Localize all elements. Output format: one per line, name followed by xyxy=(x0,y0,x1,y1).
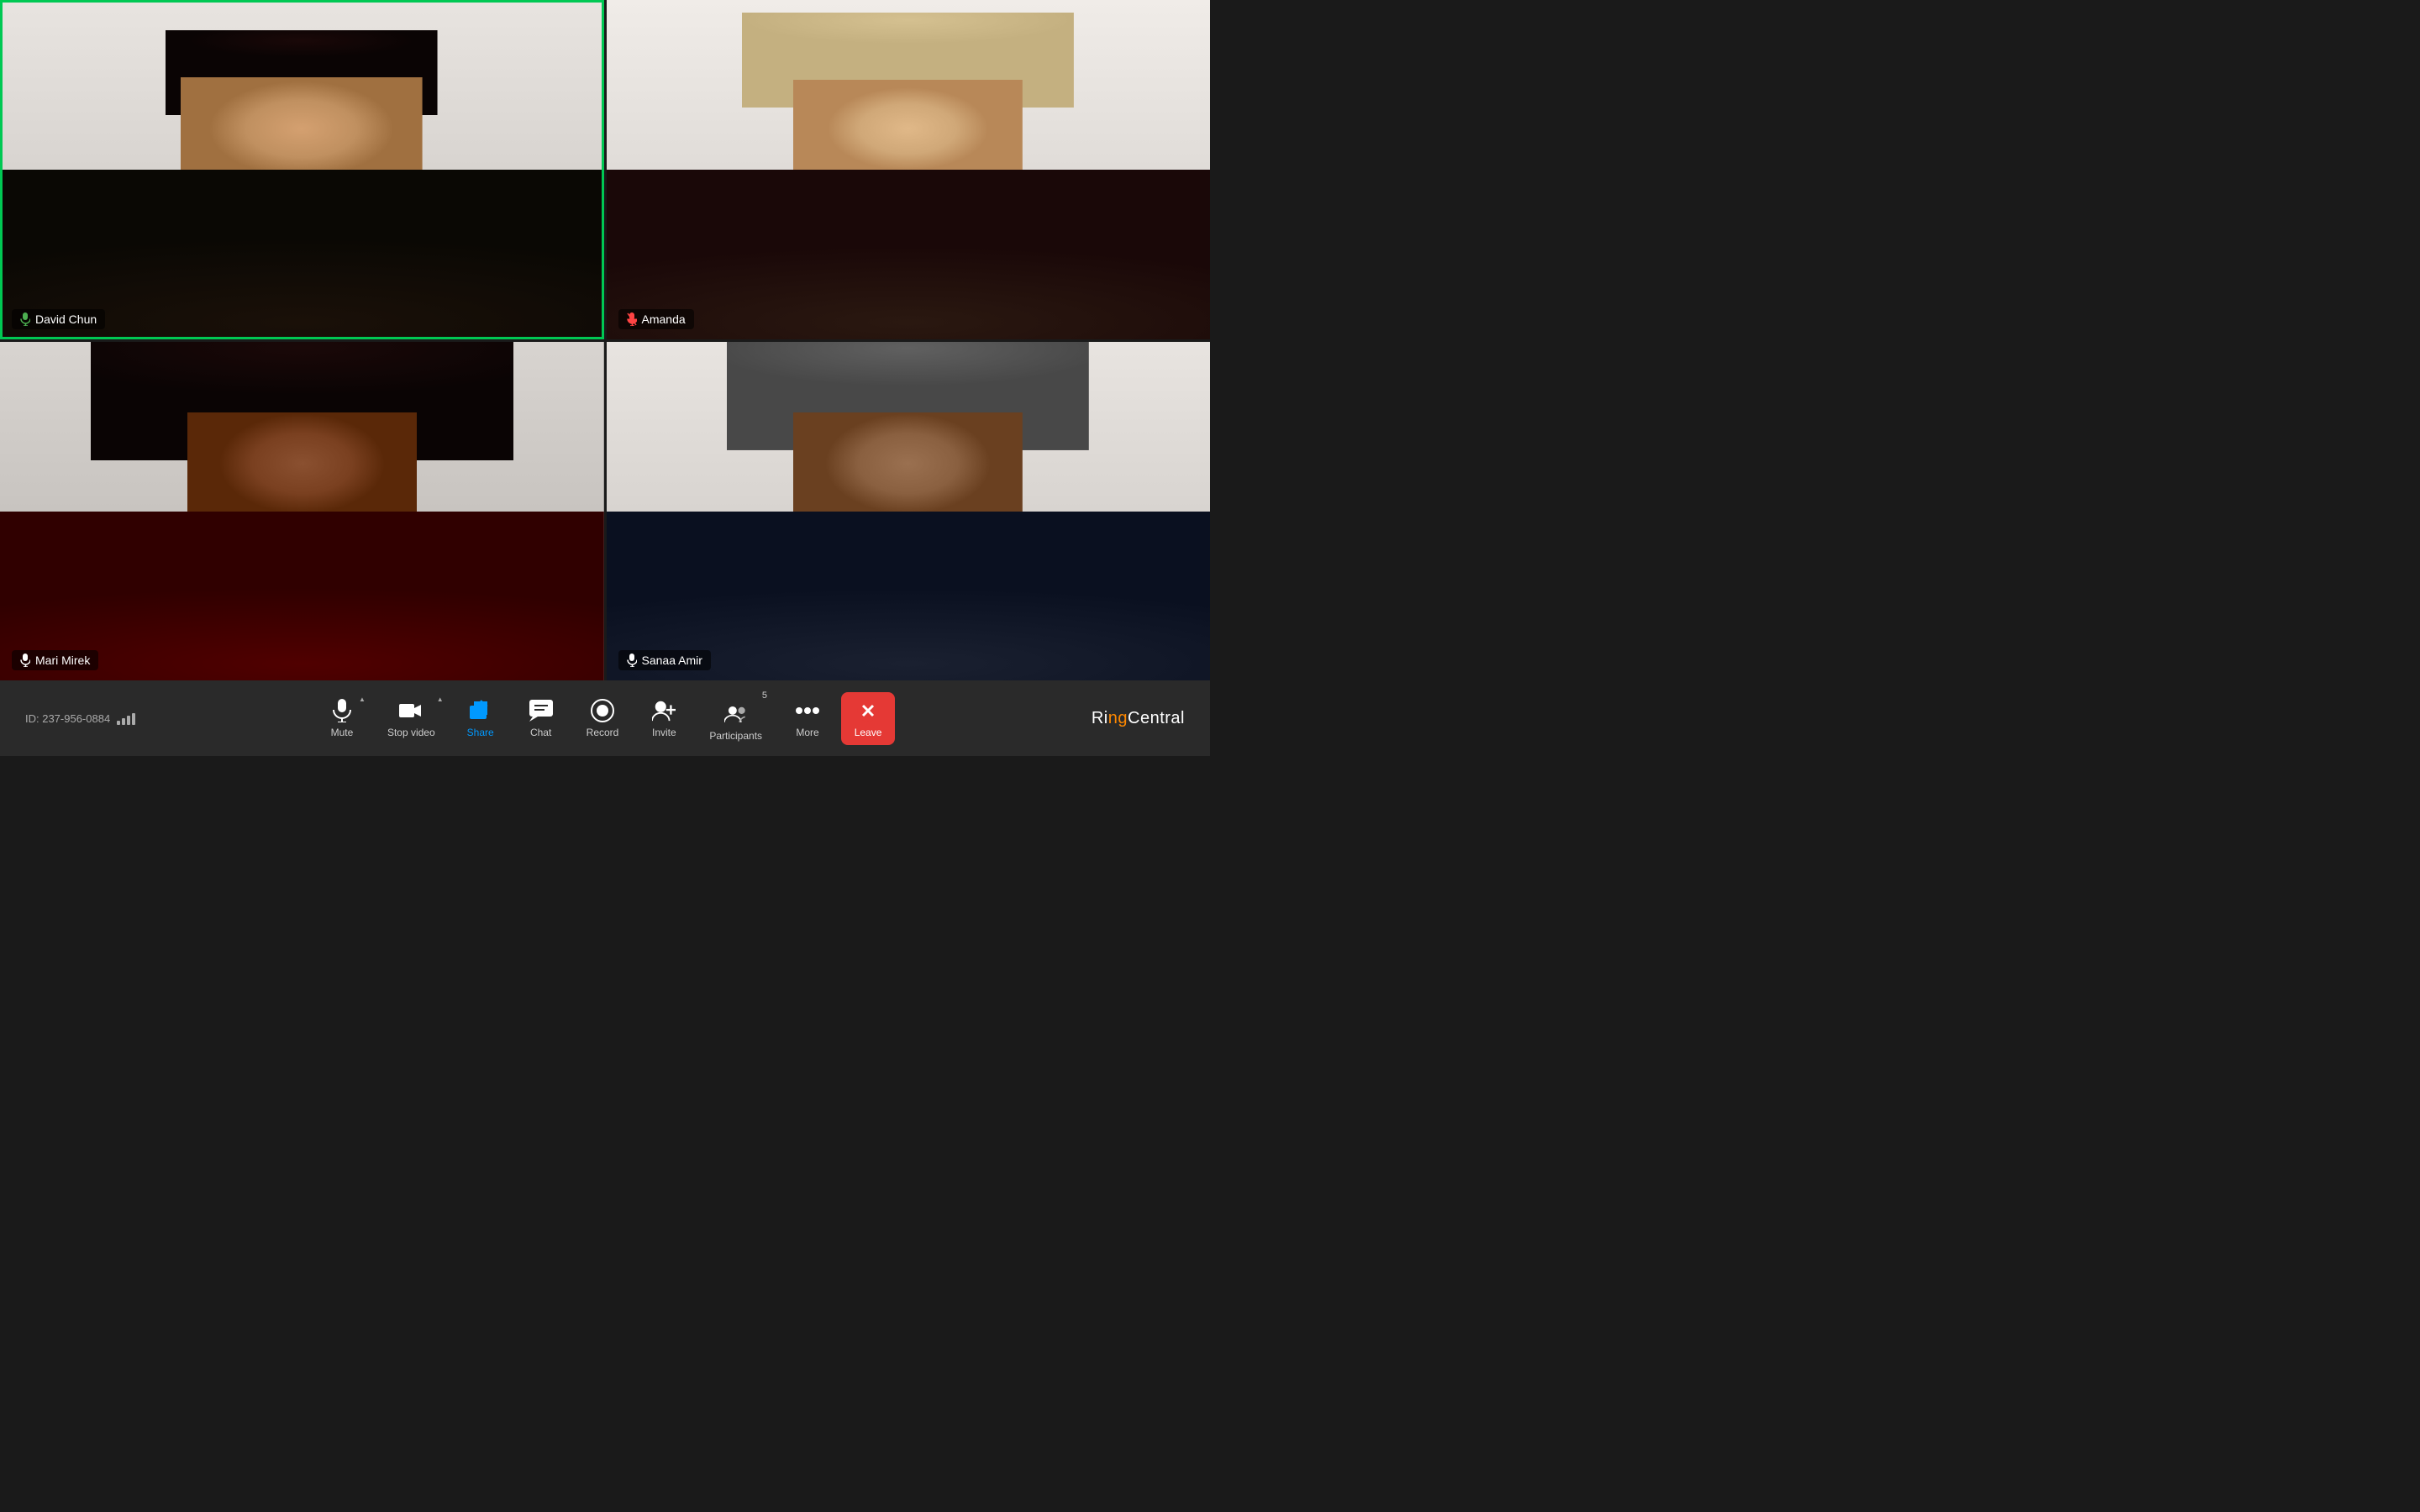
more-icon xyxy=(796,699,819,722)
participant-name-sanaa: Sanaa Amir xyxy=(642,654,702,667)
video-caret[interactable]: ▲ xyxy=(437,696,444,703)
invite-button[interactable]: Invite xyxy=(637,692,691,745)
name-tag-amanda: Amanda xyxy=(618,309,694,329)
leave-button[interactable]: Leave xyxy=(841,692,895,745)
video-cell-amanda: Amanda xyxy=(607,0,1211,339)
participant-name-david: David Chun xyxy=(35,312,97,326)
signal-bar-4 xyxy=(132,713,135,725)
mute-label: Mute xyxy=(331,727,354,738)
toolbar-center: ▲ Mute ▲ Stop video xyxy=(315,689,895,748)
chat-button[interactable]: Chat xyxy=(514,692,568,745)
record-button[interactable]: Record xyxy=(575,692,631,745)
mic-icon-amanda xyxy=(627,312,637,326)
chat-label: Chat xyxy=(530,727,551,738)
leave-icon xyxy=(856,699,880,722)
video-cell-sanaa: Sanaa Amir xyxy=(607,342,1211,681)
stop-video-label: Stop video xyxy=(387,727,435,738)
video-cell-david: David Chun xyxy=(0,0,604,339)
signal-bar-1 xyxy=(117,721,120,725)
mute-caret[interactable]: ▲ xyxy=(359,696,366,703)
participant-video-mari xyxy=(0,342,604,681)
invite-label: Invite xyxy=(652,727,676,738)
toolbar-left: ID: 237-956-0884 xyxy=(25,711,160,725)
meeting-id: ID: 237-956-0884 xyxy=(25,712,110,725)
toolbar-right: RingCentral xyxy=(1050,709,1185,728)
participant-name-mari: Mari Mirek xyxy=(35,654,90,667)
participant-video-david xyxy=(0,0,604,339)
record-label: Record xyxy=(587,727,619,738)
name-tag-sanaa: Sanaa Amir xyxy=(618,650,711,670)
name-tag-david: David Chun xyxy=(12,309,105,329)
toolbar: ID: 237-956-0884 ▲ Mute ▲ xyxy=(0,680,1210,756)
logo-accent: ng xyxy=(1108,709,1128,727)
stop-video-button[interactable]: ▲ Stop video xyxy=(376,692,447,745)
participant-name-amanda: Amanda xyxy=(642,312,686,326)
mute-button[interactable]: ▲ Mute xyxy=(315,692,369,745)
share-button[interactable]: Share xyxy=(454,692,508,745)
signal-bars xyxy=(117,711,135,725)
mic-icon-david xyxy=(20,312,30,326)
participants-button[interactable]: 5 Participants xyxy=(697,689,774,748)
signal-bar-2 xyxy=(122,718,125,725)
video-cell-mari: Mari Mirek xyxy=(0,342,604,681)
video-grid: David Chun Amanda xyxy=(0,0,1210,680)
share-icon xyxy=(469,699,492,722)
more-button[interactable]: More xyxy=(781,692,834,745)
record-icon xyxy=(591,699,614,722)
participants-badge: 5 xyxy=(762,690,767,701)
stop-video-icon xyxy=(399,699,423,722)
participant-video-sanaa xyxy=(607,342,1211,681)
ringcentral-logo: RingCentral xyxy=(1092,709,1185,728)
name-tag-mari: Mari Mirek xyxy=(12,650,98,670)
leave-label: Leave xyxy=(855,727,882,738)
signal-bar-3 xyxy=(127,716,130,725)
participant-video-amanda xyxy=(607,0,1211,339)
mic-icon-sanaa xyxy=(627,654,637,667)
participants-label: Participants xyxy=(709,730,762,742)
mute-icon xyxy=(330,699,354,722)
chat-icon xyxy=(529,699,553,722)
more-label: More xyxy=(796,727,818,738)
mic-icon-mari xyxy=(20,654,30,667)
share-label: Share xyxy=(467,727,494,738)
invite-icon xyxy=(652,699,676,722)
participants-icon xyxy=(724,702,748,726)
